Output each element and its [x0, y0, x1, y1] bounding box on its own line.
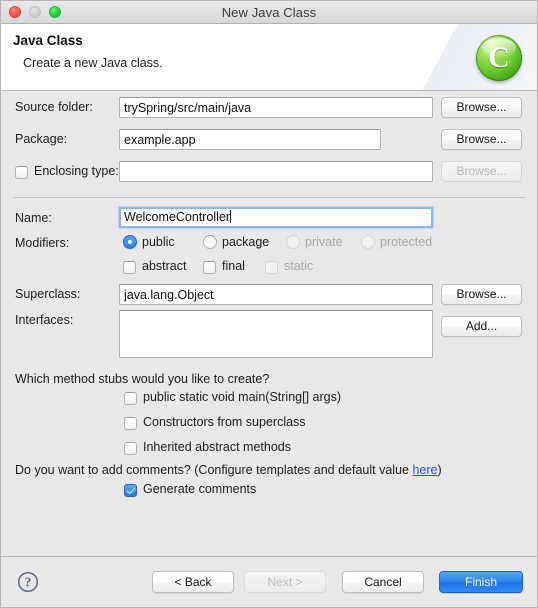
source-folder-label: Source folder: — [15, 100, 93, 114]
comments-question-prefix: Do you want to add comments? (Configure … — [15, 463, 413, 477]
modifier-label-public: public — [142, 235, 175, 249]
back-button[interactable]: < Back — [152, 571, 234, 593]
new-java-class-dialog: New Java Class Java Class Create a new J… — [0, 0, 538, 608]
stub-label-inherited: Inherited abstract methods — [143, 440, 291, 454]
generate-comments-checkbox[interactable] — [124, 484, 137, 497]
window-title-bar: New Java Class — [1, 1, 537, 24]
source-folder-browse-button[interactable]: Browse... — [441, 97, 522, 118]
package-label: Package: — [15, 132, 68, 146]
interfaces-label: Interfaces: — [15, 313, 74, 327]
superclass-label: Superclass: — [15, 287, 81, 301]
modifier-label-private: private — [305, 235, 343, 249]
package-browse-button[interactable]: Browse... — [441, 129, 522, 150]
name-label: Name: — [15, 211, 52, 225]
modifier-label-static: static — [284, 259, 314, 273]
configure-templates-link[interactable]: here — [412, 463, 437, 477]
modifier-checkbox-abstract[interactable] — [123, 261, 136, 274]
enclosing-type-browse-button[interactable]: Browse... — [441, 161, 522, 182]
finish-button[interactable]: Finish — [439, 571, 523, 593]
modifiers-label: Modifiers: — [15, 236, 70, 250]
dialog-banner: Java Class Create a new Java class. C — [1, 24, 537, 91]
name-input-value: WelcomeController — [124, 210, 231, 224]
dialog-footer: ? < Back Next > Cancel Finish — [1, 556, 537, 607]
stub-label-main: public static void main(String[] args) — [143, 390, 341, 404]
window-controls — [9, 1, 61, 23]
enclosing-type-checkbox[interactable] — [15, 166, 28, 179]
name-input[interactable]: WelcomeController — [119, 207, 433, 228]
superclass-input[interactable] — [119, 284, 433, 305]
modifier-radio-public[interactable] — [123, 235, 137, 249]
enclosing-type-label: Enclosing type: — [34, 164, 119, 178]
java-class-icon-letter: C — [488, 40, 510, 74]
source-folder-input[interactable] — [119, 97, 433, 118]
window-title: New Java Class — [221, 4, 317, 20]
minimize-button[interactable] — [29, 6, 41, 18]
section-divider-top — [13, 197, 525, 198]
generate-comments-label: Generate comments — [143, 482, 257, 496]
interfaces-input[interactable] — [119, 310, 433, 358]
page-title: Java Class — [13, 33, 83, 48]
dialog-content: Source folder: Browse... Package: Browse… — [1, 91, 537, 556]
maximize-button[interactable] — [49, 6, 61, 18]
package-input[interactable] — [119, 129, 381, 150]
close-button[interactable] — [9, 6, 21, 18]
method-stubs-question: Which method stubs would you like to cre… — [15, 372, 270, 386]
java-class-icon: C — [473, 32, 525, 84]
help-icon[interactable]: ? — [17, 571, 39, 593]
modifier-checkbox-static[interactable] — [265, 261, 278, 274]
cancel-button[interactable]: Cancel — [342, 571, 424, 593]
modifier-radio-private[interactable] — [286, 235, 300, 249]
modifier-label-protected: protected — [380, 235, 433, 249]
comments-question: Do you want to add comments? (Configure … — [15, 463, 442, 477]
stub-checkbox-main[interactable] — [124, 392, 137, 405]
modifier-label-abstract: abstract — [142, 259, 187, 273]
superclass-browse-button[interactable]: Browse... — [441, 284, 522, 305]
stub-checkbox-inherited[interactable] — [124, 442, 137, 455]
interfaces-add-button[interactable]: Add... — [441, 316, 522, 337]
modifier-label-final: final — [222, 259, 245, 273]
enclosing-type-input[interactable] — [119, 161, 433, 182]
modifier-radio-protected[interactable] — [361, 235, 375, 249]
modifier-radio-package[interactable] — [203, 235, 217, 249]
stub-checkbox-constructors[interactable] — [124, 417, 137, 430]
page-subtitle: Create a new Java class. — [23, 56, 163, 70]
next-button[interactable]: Next > — [244, 571, 326, 593]
text-caret — [230, 210, 232, 223]
modifier-label-package: package — [222, 235, 270, 249]
svg-text:?: ? — [25, 575, 32, 590]
stub-label-constructors: Constructors from superclass — [143, 415, 306, 429]
modifier-checkbox-final[interactable] — [203, 261, 216, 274]
comments-question-suffix: ) — [437, 463, 442, 477]
